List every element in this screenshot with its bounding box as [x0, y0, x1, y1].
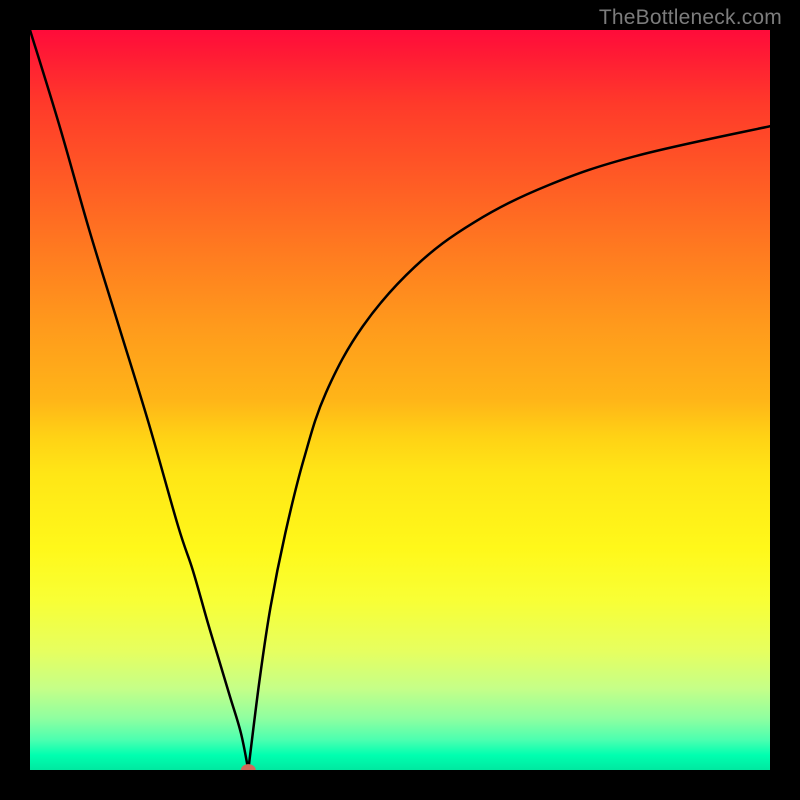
chart-plot-area	[30, 30, 770, 770]
optimal-point-marker	[241, 764, 256, 770]
watermark-text: TheBottleneck.com	[599, 6, 782, 30]
curve-left-branch	[30, 30, 248, 770]
bottleneck-curve	[30, 30, 770, 770]
curve-right-branch	[248, 126, 770, 770]
